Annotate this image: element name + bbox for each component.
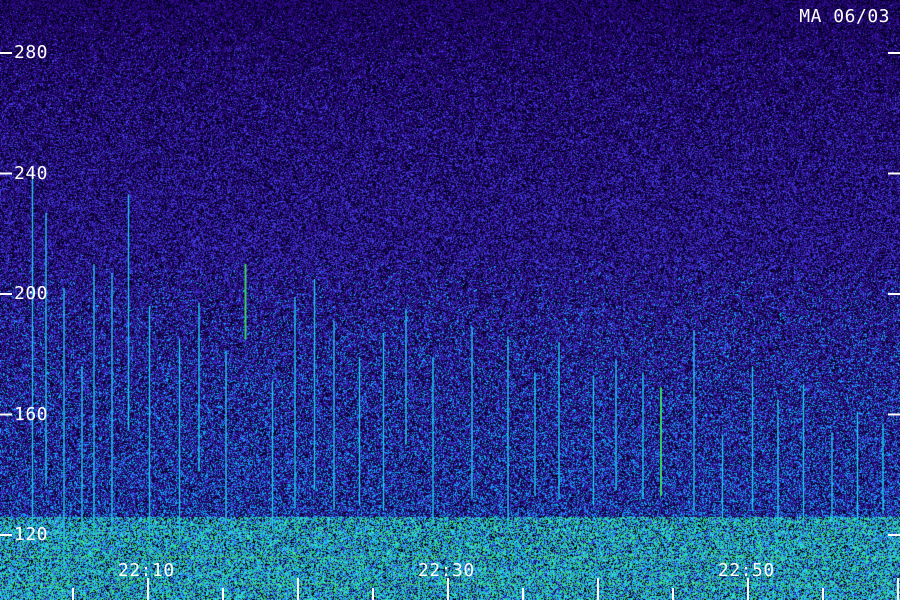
station-date-label: MA 06/03 xyxy=(799,6,890,27)
y-tick-label-200: 200 xyxy=(14,283,49,304)
y-tick-label-240: 240 xyxy=(14,162,49,184)
y-axis xyxy=(0,52,900,536)
x-tick-label-50: 22:50 xyxy=(718,560,775,581)
y-tick-label-160: 160 xyxy=(14,403,49,425)
y-tick-label-280: 280 xyxy=(14,42,49,63)
x-tick-label-30: 22:30 xyxy=(418,560,475,581)
spectrogram-display: 280 240 200 160 120 22:10 22:30 22:50 MA 06/03 xyxy=(0,0,900,600)
x-axis xyxy=(72,578,899,600)
meteor-echo-layer xyxy=(31,170,884,566)
y-tick-label-120: 120 xyxy=(14,524,49,545)
axis-overlay xyxy=(0,52,900,600)
x-tick-label-10: 22:10 xyxy=(118,560,175,581)
